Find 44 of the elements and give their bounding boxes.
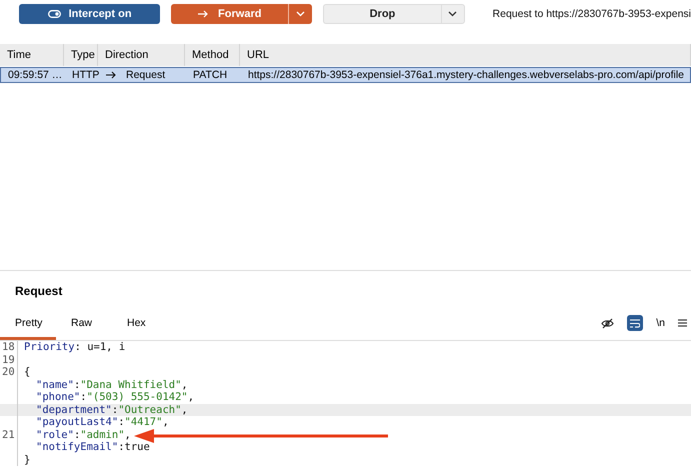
column-header[interactable]: Method (185, 44, 240, 66)
arrow-right-icon (198, 10, 208, 18)
code-line: "notifyEmail":true (36, 441, 150, 454)
code-line: "phone":"(503) 555-0142", (36, 391, 194, 404)
wrap-icon (630, 318, 640, 328)
eye-slash-icon[interactable] (601, 318, 614, 328)
drop-button[interactable]: Drop (323, 4, 441, 24)
code-line: "department":"Outreach", (36, 404, 188, 416)
wrap-lines-button[interactable] (627, 315, 644, 331)
line-number: 19 (0, 354, 18, 366)
forward-button[interactable]: Forward (171, 4, 288, 24)
menu-icon[interactable] (678, 319, 687, 327)
newline-toggle[interactable]: \n (656, 317, 665, 329)
line-number: 18 (0, 341, 18, 354)
code-line: } (24, 454, 30, 466)
drop-dropdown-button[interactable] (440, 4, 465, 24)
forward-dropdown-button[interactable] (288, 4, 312, 24)
intercept-button[interactable]: Intercept on (19, 4, 160, 24)
tab[interactable]: Raw (56, 306, 112, 340)
arrow-right-icon (106, 71, 116, 79)
column-header[interactable]: Direction (98, 44, 185, 66)
chevron-down-icon (448, 11, 458, 17)
column-header[interactable]: URL (240, 44, 691, 66)
toggle-icon (48, 10, 61, 18)
column-header[interactable]: Time (0, 44, 64, 66)
table-cell-text: 09:59:57 … (7, 68, 64, 82)
line-number: 21 (0, 428, 18, 441)
code-line: { (24, 366, 30, 378)
code-line: "payoutLast4":"4417", (36, 416, 169, 428)
tab[interactable]: Pretty (0, 306, 56, 340)
table-cell-text: PATCH (192, 68, 228, 82)
code-line: Priority: u=1, i (24, 341, 126, 354)
chevron-down-icon (296, 11, 306, 17)
panel-title: Request (14, 283, 64, 300)
line-number: 20 (0, 366, 18, 378)
table-cell-text: HTTP (71, 68, 99, 82)
table-cell: Request (99, 68, 186, 82)
table-row[interactable]: 09:59:57 … HTTP Request PATCH https://2830767b-3953-expensiel-376a1.mystery-challenges.webverselabs-pro.com/api/profile (0, 67, 691, 83)
column-header[interactable]: Type (64, 44, 98, 66)
tab[interactable]: Hex (112, 306, 168, 340)
code-line: "role":"admin", (36, 428, 131, 441)
request-info-text: Request to https://2830767b-3953-expensi (492, 8, 691, 20)
code-line: "name":"Dana Whitfield", (36, 378, 188, 391)
table-cell-text: https://2830767b-3953-expensiel-376a1.mystery-challenges.webverselabs-pro.com/api/profile (247, 68, 685, 82)
